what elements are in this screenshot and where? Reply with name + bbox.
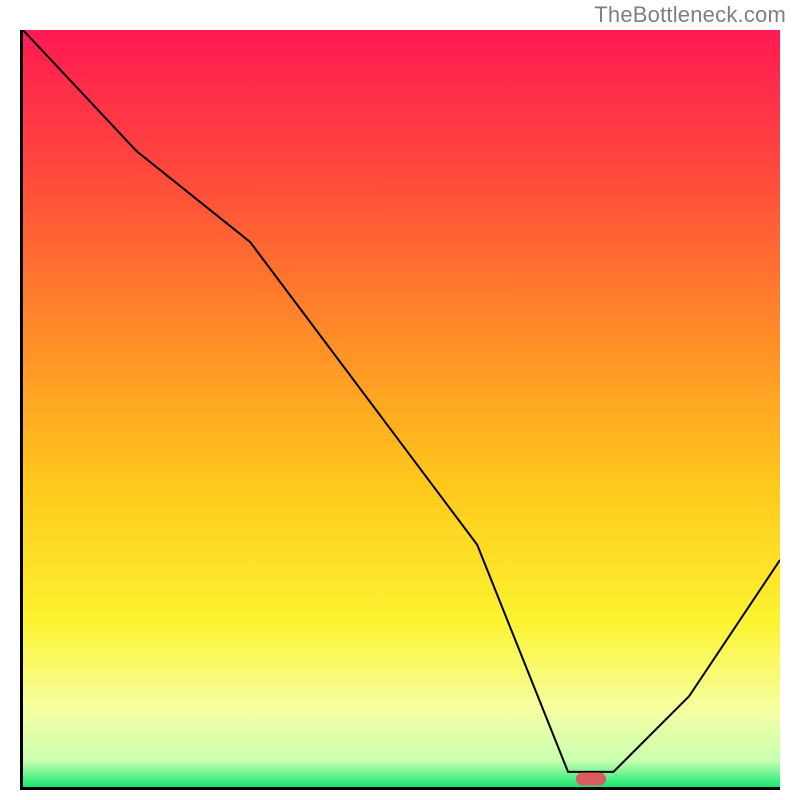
chart-area [20,30,780,790]
optimal-point-marker [576,773,606,786]
watermark-text: TheBottleneck.com [594,2,786,28]
chart-gradient-background [23,30,780,787]
